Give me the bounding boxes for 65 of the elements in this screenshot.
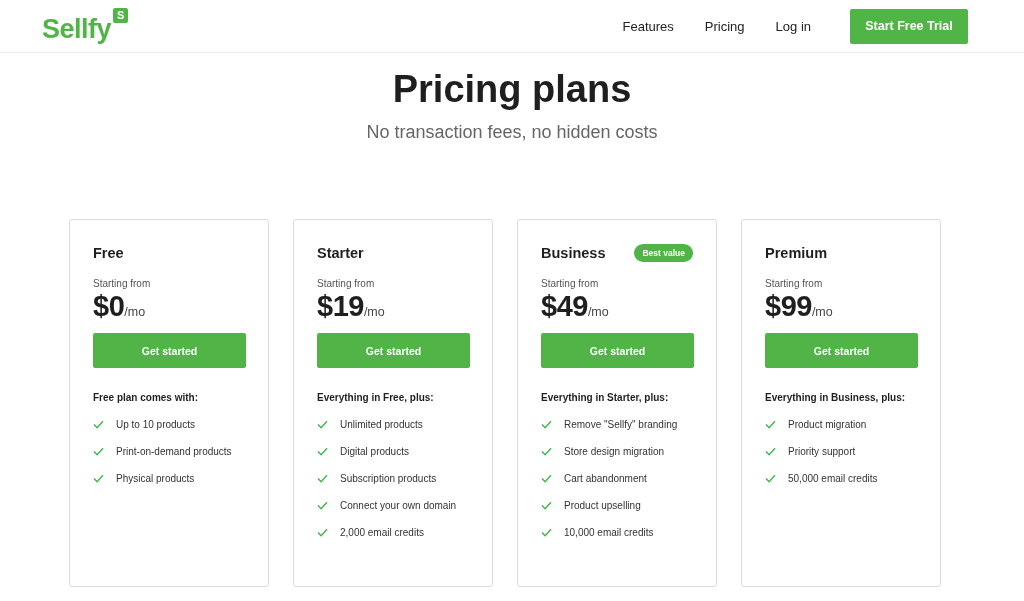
check-icon [765,420,776,429]
check-icon [541,447,552,456]
feature-text: 2,000 email credits [340,527,424,538]
best-value-badge: Best value [634,244,693,262]
feature-text: Digital products [340,446,409,457]
starting-from-label: Starting from [541,278,600,289]
feature-text: Product migration [788,419,867,430]
starting-from-label: Starting from [765,278,824,289]
price-period: /mo [811,305,833,319]
feature-text: Remove "Sellfy" branding [564,419,678,430]
start-trial-button[interactable]: Start Free Trial [850,8,968,44]
feature-text: Product upselling [564,500,641,511]
features-heading: Everything in Starter, plus: [541,392,670,403]
features-heading: Everything in Business, plus: [765,392,907,403]
feature-text: 10,000 email credits [564,527,654,538]
check-icon [541,474,552,483]
check-icon [765,474,776,483]
nav-link[interactable]: Log in [775,18,811,34]
nav-link[interactable]: Features [622,18,674,34]
price-period: /mo [124,305,146,319]
plan-price: $19 [317,290,364,323]
check-icon [317,501,328,510]
logo-badge: S [113,7,129,23]
price-period: /mo [587,305,609,319]
starting-from-label: Starting from [317,278,376,289]
feature-text: Print-on-demand products [116,446,232,457]
check-icon [765,447,776,456]
check-icon [317,447,328,456]
check-icon [541,501,552,510]
get-started-button[interactable]: Get started [317,333,470,368]
check-icon [541,420,552,429]
plan-name: Starter [317,245,364,261]
check-icon [541,528,552,537]
check-icon [317,420,328,429]
check-icon [93,474,104,483]
logo-wordmark[interactable]: Sellfy [42,13,112,45]
starting-from-label: Starting from [93,278,152,289]
plan-price: $0 [93,290,125,323]
nav-link[interactable]: Pricing [704,18,745,34]
features-heading: Everything in Free, plus: [317,392,435,403]
feature-text: Subscription products [340,473,437,484]
feature-text: Store design migration [564,446,665,457]
plan-name: Free [93,245,124,261]
features-heading: Free plan comes with: [93,392,200,403]
price-period: /mo [363,305,385,319]
page-title: Pricing plans [391,67,633,112]
check-icon [93,420,104,429]
feature-text: Connect your own domain [340,500,457,511]
get-started-button[interactable]: Get started [93,333,246,368]
feature-text: 50,000 email credits [788,473,878,484]
plan-name: Premium [765,245,828,261]
get-started-button[interactable]: Get started [765,333,918,368]
feature-text: Cart abandonment [564,473,647,484]
plan-price: $49 [541,290,588,323]
check-icon [93,447,104,456]
get-started-button[interactable]: Get started [541,333,694,368]
check-icon [317,474,328,483]
check-icon [317,528,328,537]
feature-text: Physical products [116,473,195,484]
plan-name: Business [541,245,606,261]
page-subtitle: No transaction fees, no hidden costs [365,122,659,143]
feature-text: Up to 10 products [116,419,195,430]
feature-text: Priority support [788,446,856,457]
feature-text: Unlimited products [340,419,423,430]
plan-price: $99 [765,290,812,323]
